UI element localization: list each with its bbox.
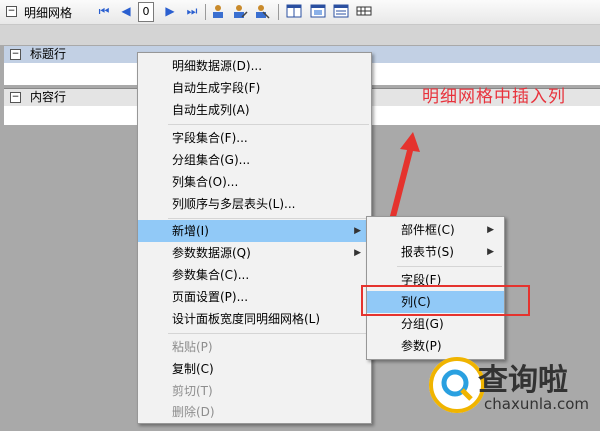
menu-item-auto-columns[interactable]: 自动生成列(A): [138, 99, 371, 121]
menu-separator: [397, 266, 502, 267]
context-menu: 明细数据源(D)... 自动生成字段(F) 自动生成列(A) 字段集合(F)..…: [137, 52, 372, 424]
menu-item-page-setup[interactable]: 页面设置(P)...: [138, 286, 371, 308]
menu-item-auto-fields[interactable]: 自动生成字段(F): [138, 77, 371, 99]
menu-separator: [168, 333, 369, 334]
submenu-item-report-section[interactable]: 报表节(S) ▶: [367, 241, 504, 263]
menu-item-param-datasource[interactable]: 参数数据源(Q) ▶: [138, 242, 371, 264]
menu-item-field-collection[interactable]: 字段集合(F)...: [138, 127, 371, 149]
menu-item-panel-width[interactable]: 设计面板宽度同明细网格(L): [138, 308, 371, 330]
menu-item-column-order[interactable]: 列顺序与多层表头(L)...: [138, 193, 371, 215]
menu-item-group-collection[interactable]: 分组集合(G)...: [138, 149, 371, 171]
chevron-right-icon: ▶: [487, 225, 494, 235]
watermark-title: 查询啦: [478, 363, 568, 398]
chevron-right-icon: ▶: [354, 226, 361, 236]
submenu-item-component-box[interactable]: 部件框(C) ▶: [367, 219, 504, 241]
chevron-right-icon: ▶: [487, 247, 494, 257]
menu-item-paste[interactable]: 粘贴(P): [138, 336, 371, 358]
menu-item-delete[interactable]: 删除(D): [138, 401, 371, 423]
watermark-logo-icon: [429, 357, 485, 413]
menu-item-column-collection[interactable]: 列集合(O)...: [138, 171, 371, 193]
menu-item-param-collection[interactable]: 参数集合(C)...: [138, 264, 371, 286]
menu-item-insert[interactable]: 新增(I) ▶: [138, 220, 371, 242]
menu-item-detail-datasource[interactable]: 明细数据源(D)...: [138, 55, 371, 77]
submenu-item-group[interactable]: 分组(G): [367, 313, 504, 335]
chevron-right-icon: ▶: [354, 248, 361, 258]
submenu-item-param[interactable]: 参数(P): [367, 335, 504, 357]
highlight-box: [361, 285, 530, 316]
menu-item-copy[interactable]: 复制(C): [138, 358, 371, 380]
menu-separator: [168, 124, 369, 125]
menu-item-cut[interactable]: 剪切(T): [138, 380, 371, 402]
menu-separator: [168, 218, 369, 219]
watermark-url: chaxunla.com: [484, 395, 589, 413]
